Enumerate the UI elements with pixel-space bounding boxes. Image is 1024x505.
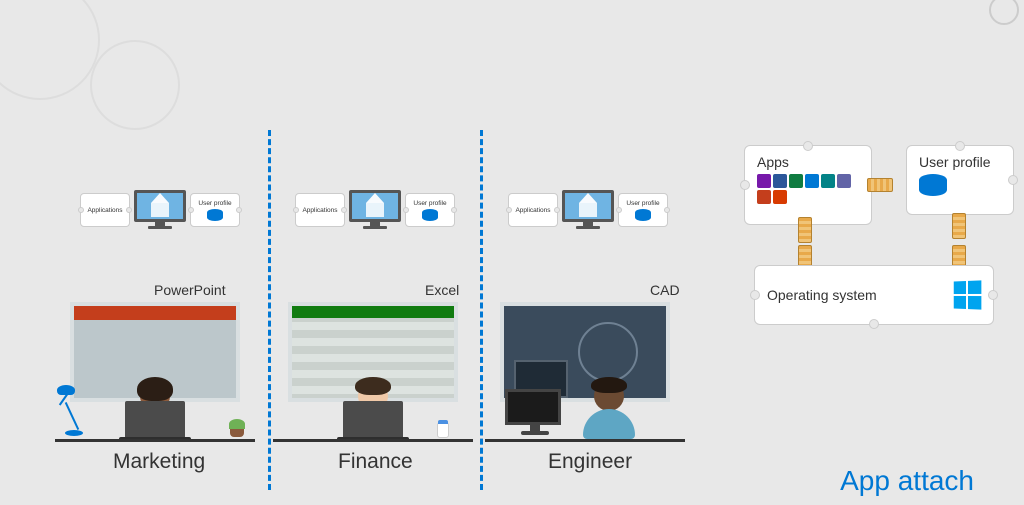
workstation-cluster-engineer: Applications User profile <box>508 190 668 230</box>
applications-label: Applications <box>515 207 550 214</box>
windows-logo-icon <box>954 280 982 309</box>
workstation-cluster-finance: Applications User profile <box>295 190 455 230</box>
connector-icon <box>798 217 812 243</box>
database-icon <box>207 209 223 221</box>
user-profile-card: User profile <box>405 193 455 227</box>
app-title-excel: Excel <box>425 282 459 298</box>
office-app-icons <box>757 174 859 204</box>
workstation-cluster-marketing: Applications User profile <box>80 190 240 230</box>
connector-icon <box>867 178 893 192</box>
database-icon <box>919 174 947 196</box>
ticket-operating-system: Operating system <box>754 265 994 325</box>
cube-icon <box>579 197 597 215</box>
coffee-cup-icon <box>437 422 449 438</box>
persona-scene-marketing <box>55 302 255 442</box>
office-icon <box>773 190 787 204</box>
applications-card: Applications <box>295 193 345 227</box>
user-profile-label: User profile <box>198 200 231 207</box>
blueprint-circle-icon <box>578 322 638 382</box>
word-icon <box>773 174 787 188</box>
footer-title: App attach <box>840 465 974 497</box>
database-icon <box>635 209 651 221</box>
laptop-icon <box>343 401 403 439</box>
column-divider <box>268 130 271 490</box>
desk-monitor-icon <box>505 389 565 439</box>
app-title-powerpoint: PowerPoint <box>154 282 226 298</box>
applications-card: Applications <box>508 193 558 227</box>
database-icon <box>422 209 438 221</box>
persona-scene-engineer <box>485 302 685 442</box>
laptop-icon <box>125 401 185 439</box>
outlook-icon <box>805 174 819 188</box>
ticket-apps-label: Apps <box>757 154 859 170</box>
cupcake-icon <box>229 419 245 437</box>
gear-decor <box>90 40 180 130</box>
user-profile-card: User profile <box>618 193 668 227</box>
applications-label: Applications <box>302 207 337 214</box>
powerpoint-icon <box>757 190 771 204</box>
monitor-icon <box>134 190 186 230</box>
connector-icon <box>952 213 966 239</box>
gear-decor <box>0 0 100 100</box>
monitor-icon <box>562 190 614 230</box>
desk-lamp-icon <box>59 389 89 439</box>
role-label-marketing: Marketing <box>113 450 205 474</box>
applications-label: Applications <box>87 207 122 214</box>
teams-icon <box>837 174 851 188</box>
gear-decor <box>989 0 1019 25</box>
ticket-os-label: Operating system <box>767 287 877 303</box>
column-divider <box>480 130 483 490</box>
ticket-user-profile: User profile <box>906 145 1014 215</box>
persona-scene-finance <box>273 302 473 442</box>
user-profile-card: User profile <box>190 193 240 227</box>
sharepoint-icon <box>821 174 835 188</box>
user-profile-label: User profile <box>413 200 446 207</box>
cube-icon <box>151 197 169 215</box>
role-label-engineer: Engineer <box>548 450 632 474</box>
person-icon <box>583 381 635 439</box>
cube-icon <box>366 197 384 215</box>
ticket-apps: Apps <box>744 145 872 225</box>
applications-card: Applications <box>80 193 130 227</box>
user-profile-label: User profile <box>626 200 659 207</box>
onenote-icon <box>757 174 771 188</box>
ticket-profile-label: User profile <box>919 154 1001 170</box>
app-title-cad: CAD <box>650 282 680 298</box>
excel-icon <box>789 174 803 188</box>
role-label-finance: Finance <box>338 450 413 474</box>
monitor-icon <box>349 190 401 230</box>
